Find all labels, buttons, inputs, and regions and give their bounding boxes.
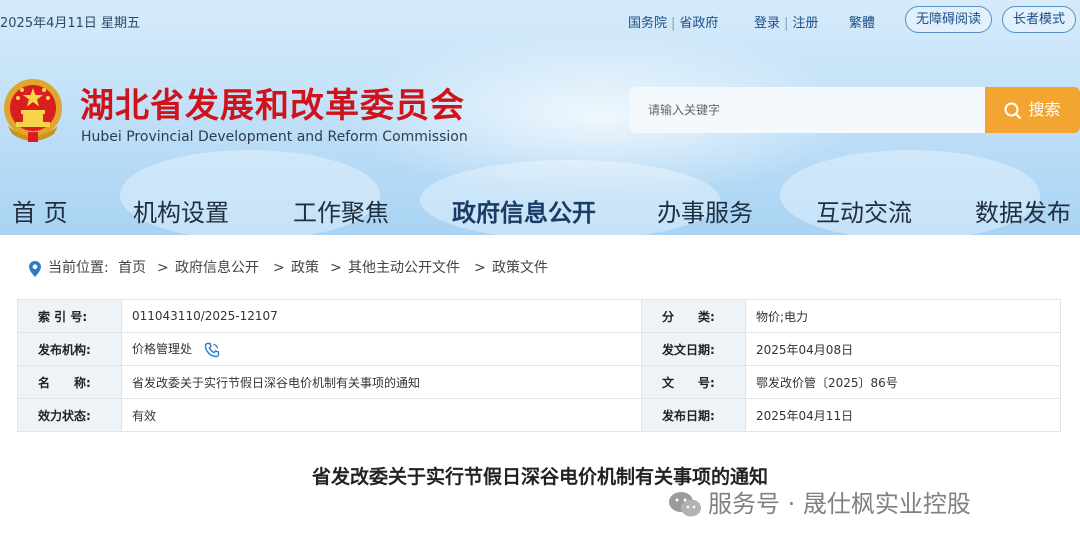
national-emblem-icon bbox=[4, 79, 62, 142]
breadcrumb-other-files[interactable]: 其他主动公开文件 bbox=[348, 258, 460, 278]
issuer-label: 发布机构: bbox=[17, 332, 122, 366]
divider: | bbox=[671, 16, 676, 31]
breadcrumb-separator: > bbox=[273, 260, 285, 276]
doc-date-value: 2025年04月08日 bbox=[745, 332, 1061, 366]
watermark-text: 服务号 · 晟仕枫实业控股 bbox=[708, 490, 971, 518]
index-label: 索 引 号: bbox=[17, 299, 122, 333]
site-title[interactable]: 湖北省发展和改革委员会 bbox=[80, 78, 465, 127]
doc-number-value: 鄂发改价管〔2025〕86号 bbox=[745, 365, 1061, 399]
table-row: 索 引 号: 011043110/2025-12107 分 类: 物价;电力 bbox=[17, 299, 1061, 333]
gov-links: 国务院 | 省政府 bbox=[628, 12, 718, 31]
breadcrumb-home[interactable]: 首页 bbox=[118, 258, 146, 278]
table-row: 效力状态: 有效 发布日期: 2025年04月11日 bbox=[17, 398, 1061, 432]
issuer-value: 价格管理处 bbox=[132, 342, 193, 357]
link-provincial-gov[interactable]: 省政府 bbox=[679, 16, 718, 31]
nav-gov-info-disclosure[interactable]: 政府信息公开 bbox=[452, 193, 596, 228]
breadcrumb-separator: > bbox=[157, 260, 169, 276]
pub-date-value: 2025年04月11日 bbox=[745, 398, 1061, 432]
breadcrumb-prefix: 当前位置: bbox=[48, 260, 109, 276]
accessible-reading-button[interactable]: 无障碍阅读 bbox=[905, 6, 993, 33]
status-label: 效力状态: bbox=[17, 398, 122, 432]
search-button[interactable]: 搜索 bbox=[985, 87, 1080, 133]
category-label: 分 类: bbox=[641, 299, 746, 333]
table-row: 名 称: 省发改委关于实行节假日深谷电价机制有关事项的通知 文 号: 鄂发改价管… bbox=[17, 365, 1061, 399]
phone-icon[interactable] bbox=[204, 342, 220, 358]
wechat-icon bbox=[669, 492, 701, 517]
site-subtitle: Hubei Provincial Development and Reform … bbox=[81, 129, 468, 145]
table-row: 发布机构: 价格管理处 发文日期: 2025年04月08日 bbox=[17, 332, 1061, 366]
pub-date-label: 发布日期: bbox=[641, 398, 746, 432]
site-header: 2025年4月11日 星期五 国务院 | 省政府 登录 | 注册 繁體 无障碍阅读 长者… bbox=[0, 0, 1080, 235]
nav-organization[interactable]: 机构设置 bbox=[133, 193, 229, 228]
search-icon bbox=[1004, 102, 1022, 119]
search-button-label: 搜索 bbox=[1028, 100, 1061, 119]
nav-services[interactable]: 办事服务 bbox=[657, 193, 753, 228]
nav-home[interactable]: 首 页 bbox=[12, 193, 68, 228]
index-value: 011043110/2025-12107 bbox=[121, 299, 642, 333]
elder-mode-button[interactable]: 长者模式 bbox=[1002, 6, 1077, 33]
divider: | bbox=[784, 16, 789, 31]
wechat-watermark: 服务号 · 晟仕枫实业控股 bbox=[668, 484, 971, 524]
link-guowuyuan[interactable]: 国务院 bbox=[628, 16, 667, 31]
search-input[interactable]: 请输入关键字 bbox=[630, 87, 986, 133]
nav-work-focus[interactable]: 工作聚焦 bbox=[293, 193, 389, 228]
current-date: 2025年4月11日 星期五 bbox=[0, 16, 141, 31]
doc-date-label: 发文日期: bbox=[641, 332, 746, 366]
document-metadata-table: 索 引 号: 011043110/2025-12107 分 类: 物价;电力 发… bbox=[17, 299, 1061, 432]
breadcrumb-separator: > bbox=[474, 260, 486, 276]
issuer-cell: 价格管理处 bbox=[121, 332, 642, 366]
breadcrumb-policy[interactable]: 政策 bbox=[291, 258, 319, 278]
link-traditional[interactable]: 繁體 bbox=[849, 12, 875, 31]
account-links: 登录 | 注册 bbox=[754, 12, 818, 31]
link-login[interactable]: 登录 bbox=[754, 16, 780, 31]
breadcrumb-policy-files[interactable]: 政策文件 bbox=[492, 258, 548, 278]
link-register[interactable]: 注册 bbox=[792, 16, 818, 31]
status-value: 有效 bbox=[121, 398, 642, 432]
doc-number-label: 文 号: bbox=[641, 365, 746, 399]
breadcrumb-gov-info[interactable]: 政府信息公开 bbox=[175, 258, 259, 278]
name-value: 省发改委关于实行节假日深谷电价机制有关事项的通知 bbox=[121, 365, 642, 399]
category-value: 物价;电力 bbox=[745, 299, 1061, 333]
name-label: 名 称: bbox=[17, 365, 122, 399]
nav-interaction[interactable]: 互动交流 bbox=[816, 193, 912, 228]
location-pin-icon bbox=[29, 261, 41, 277]
nav-data-release[interactable]: 数据发布 bbox=[975, 193, 1071, 228]
breadcrumb-separator: > bbox=[330, 260, 342, 276]
